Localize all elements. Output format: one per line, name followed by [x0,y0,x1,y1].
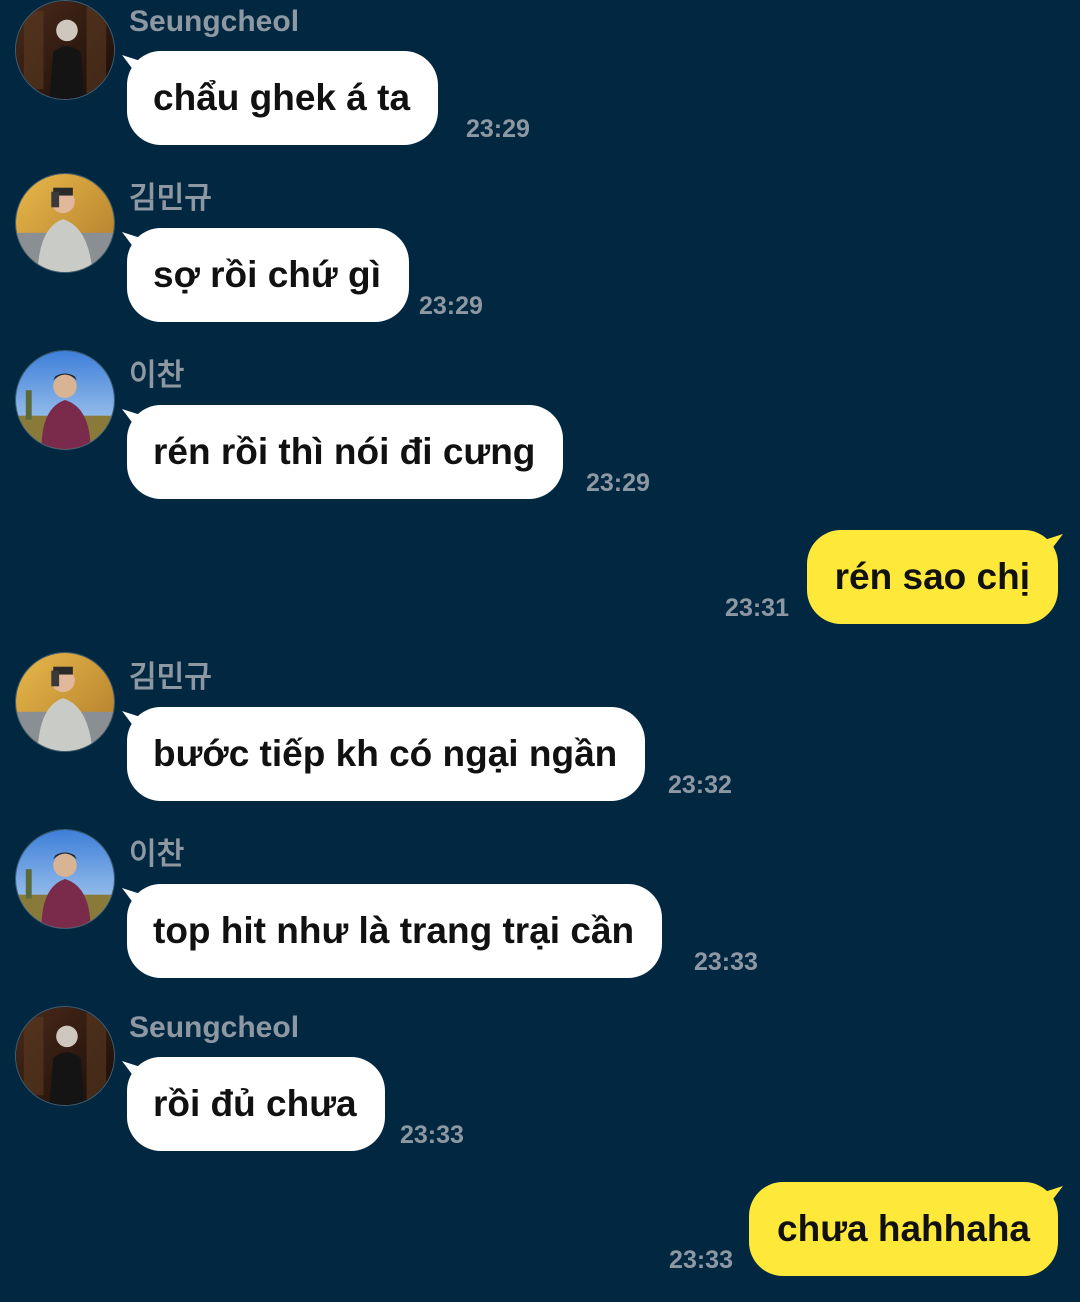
avatar-chan[interactable] [15,350,115,450]
outgoing-message-bubble[interactable]: rén sao chị [806,530,1058,624]
incoming-message-bubble[interactable]: sợ rồi chứ gì [127,228,409,322]
sender-name: Seungcheol [129,5,300,38]
sender-name: 이찬 [129,359,185,392]
message-timestamp: 23:29 [466,115,530,143]
avatar-seungcheol[interactable] [15,1006,115,1106]
message-timestamp: 23:29 [586,469,650,497]
incoming-message-bubble[interactable]: rồi đủ chưa [127,1057,385,1151]
incoming-message-bubble[interactable]: rén rồi thì nói đi cưng [127,405,564,499]
incoming-message-bubble[interactable]: chẩu ghek á ta [127,51,439,145]
message-timestamp: 23:33 [669,1246,733,1274]
avatar-mingyu[interactable] [15,173,115,273]
sender-name: 김민규 [129,182,212,215]
message-timestamp: 23:29 [419,292,483,320]
message-timestamp: 23:33 [694,948,758,976]
incoming-message-bubble[interactable]: bước tiếp kh có ngại ngần [127,707,646,801]
message-timestamp: 23:33 [400,1121,464,1149]
avatar-seungcheol[interactable] [15,0,115,100]
incoming-message-bubble[interactable]: top hit như là trang trại cần [127,884,663,978]
outgoing-message-bubble[interactable]: chưa hahhaha [749,1182,1058,1276]
message-timestamp: 23:31 [725,594,789,622]
message-timestamp: 23:32 [668,771,732,799]
sender-name: 김민규 [129,661,212,694]
sender-name: 이찬 [129,838,185,871]
avatar-mingyu[interactable] [15,652,115,752]
avatar-chan[interactable] [15,829,115,929]
sender-name: Seungcheol [129,1011,300,1044]
